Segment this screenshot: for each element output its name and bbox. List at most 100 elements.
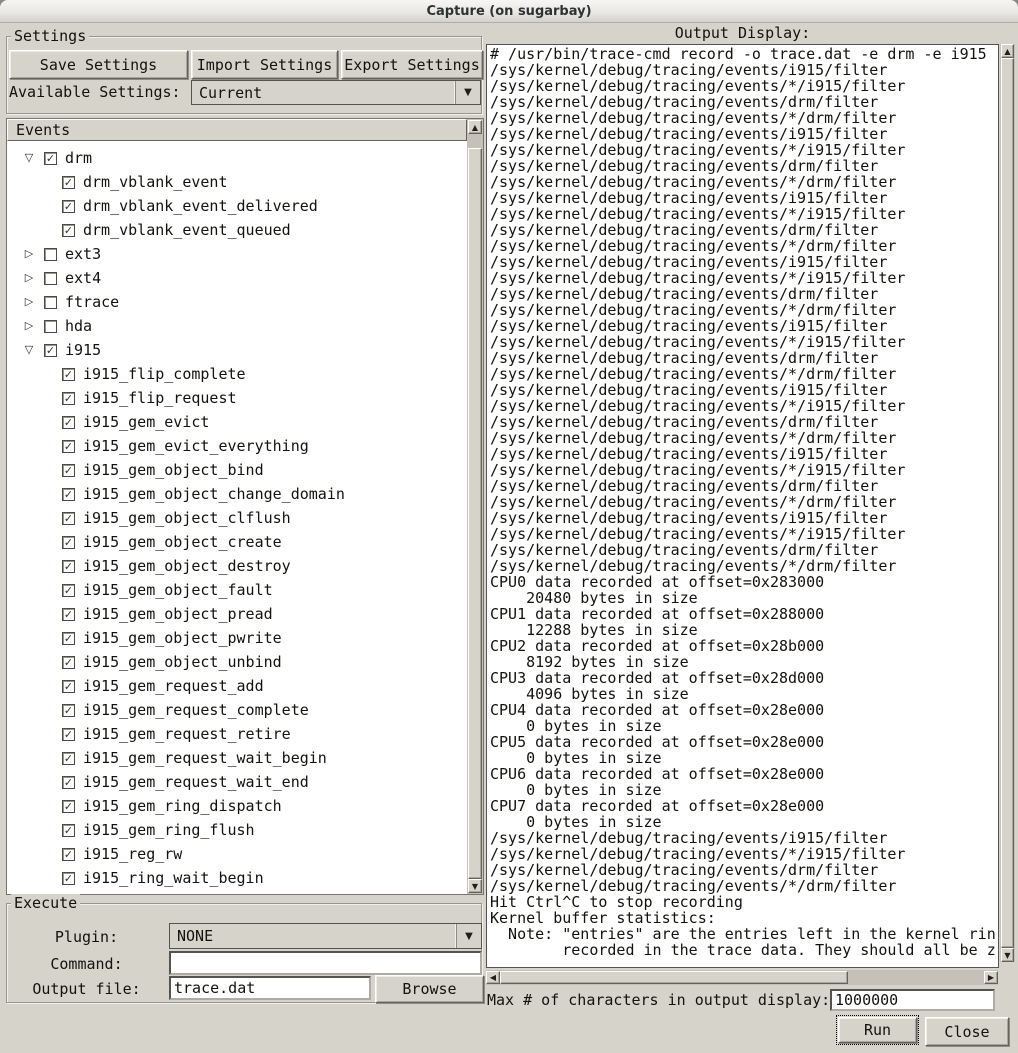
tree-row[interactable]: ▷ext4 bbox=[7, 266, 467, 290]
tree-row[interactable]: ✓i915_gem_object_clflush bbox=[7, 506, 467, 530]
events-tree[interactable]: ▽✓drm✓drm_vblank_event✓drm_vblank_event_… bbox=[7, 141, 467, 894]
output-vertical-scrollbar[interactable]: ▲ ▼ bbox=[1000, 44, 1015, 962]
checkbox-checked[interactable]: ✓ bbox=[62, 392, 75, 405]
max-chars-input[interactable] bbox=[830, 989, 995, 1011]
max-chars-label: Max # of characters in output display: bbox=[487, 991, 830, 1009]
scroll-up-icon[interactable]: ▲ bbox=[468, 120, 482, 134]
tree-row[interactable]: ✓i915_flip_request bbox=[7, 386, 467, 410]
tree-row[interactable]: ▷ext3 bbox=[7, 242, 467, 266]
checkbox-checked[interactable]: ✓ bbox=[62, 800, 75, 813]
tree-row[interactable]: ✓i915_gem_object_pwrite bbox=[7, 626, 467, 650]
scroll-up-icon[interactable]: ▲ bbox=[1001, 44, 1014, 58]
checkbox-checked[interactable]: ✓ bbox=[62, 872, 75, 885]
checkbox-checked[interactable]: ✓ bbox=[62, 176, 75, 189]
checkbox-checked[interactable]: ✓ bbox=[62, 560, 75, 573]
events-column-header[interactable]: Events bbox=[7, 119, 467, 141]
scroll-down-icon[interactable]: ▼ bbox=[468, 879, 482, 893]
tree-row[interactable]: ✓i915_gem_object_fault bbox=[7, 578, 467, 602]
scroll-left-icon[interactable]: ◀ bbox=[486, 971, 500, 984]
chevron-down-icon[interactable]: ▼ bbox=[455, 81, 480, 104]
tree-row[interactable]: ✓i915_gem_object_destroy bbox=[7, 554, 467, 578]
checkbox-checked[interactable]: ✓ bbox=[62, 584, 75, 597]
checkbox-checked[interactable]: ✓ bbox=[62, 464, 75, 477]
expander-closed-icon[interactable]: ▷ bbox=[21, 319, 37, 333]
checkbox-checked[interactable]: ✓ bbox=[62, 728, 75, 741]
tree-row[interactable]: ✓i915_gem_request_complete bbox=[7, 698, 467, 722]
run-button[interactable]: Run bbox=[838, 1017, 917, 1043]
checkbox-checked[interactable]: ✓ bbox=[62, 368, 75, 381]
save-settings-button[interactable]: Save Settings bbox=[9, 50, 188, 79]
checkbox-checked[interactable]: ✓ bbox=[62, 608, 75, 621]
tree-item-label: i915_gem_object_change_domain bbox=[83, 485, 345, 503]
chevron-down-icon[interactable]: ▼ bbox=[456, 924, 481, 948]
events-vertical-scrollbar[interactable]: ▲ ▼ bbox=[467, 119, 483, 894]
checkbox-unchecked[interactable] bbox=[44, 272, 57, 285]
checkbox-checked[interactable]: ✓ bbox=[62, 776, 75, 789]
tree-row[interactable]: ▽✓drm bbox=[7, 146, 467, 170]
tree-row[interactable]: ✓drm_vblank_event_delivered bbox=[7, 194, 467, 218]
tree-row[interactable]: ✓i915_ring_wait_begin bbox=[7, 866, 467, 890]
expander-closed-icon[interactable]: ▷ bbox=[21, 271, 37, 285]
checkbox-unchecked[interactable] bbox=[44, 248, 57, 261]
import-settings-button[interactable]: Import Settings bbox=[191, 50, 338, 79]
expander-open-icon[interactable]: ▽ bbox=[21, 343, 37, 357]
tree-row[interactable]: ✓i915_gem_object_bind bbox=[7, 458, 467, 482]
checkbox-checked[interactable]: ✓ bbox=[62, 416, 75, 429]
checkbox-checked[interactable]: ✓ bbox=[62, 200, 75, 213]
tree-row[interactable]: ✓i915_gem_object_create bbox=[7, 530, 467, 554]
checkbox-checked[interactable]: ✓ bbox=[44, 152, 57, 165]
events-header-label: Events bbox=[16, 121, 70, 139]
tree-row[interactable]: ✓i915_gem_ring_flush bbox=[7, 818, 467, 842]
command-input[interactable] bbox=[169, 951, 482, 975]
tree-row[interactable]: ✓i915_reg_rw bbox=[7, 842, 467, 866]
checkbox-checked[interactable]: ✓ bbox=[62, 224, 75, 237]
close-button[interactable]: Close bbox=[925, 1017, 1009, 1046]
tree-row[interactable]: ✓i915_gem_evict_everything bbox=[7, 434, 467, 458]
titlebar[interactable]: Capture (on sugarbay) bbox=[0, 0, 1018, 23]
checkbox-checked[interactable]: ✓ bbox=[62, 488, 75, 501]
scroll-right-icon[interactable]: ▶ bbox=[984, 971, 998, 984]
expander-closed-icon[interactable]: ▷ bbox=[21, 247, 37, 261]
tree-row[interactable]: ✓i915_gem_request_add bbox=[7, 674, 467, 698]
checkbox-checked[interactable]: ✓ bbox=[62, 512, 75, 525]
tree-row[interactable]: ▷hda bbox=[7, 314, 467, 338]
tree-row[interactable]: ✓i915_gem_request_retire bbox=[7, 722, 467, 746]
tree-row[interactable]: ▽✓i915 bbox=[7, 338, 467, 362]
checkbox-checked[interactable]: ✓ bbox=[62, 824, 75, 837]
checkbox-checked[interactable]: ✓ bbox=[44, 344, 57, 357]
tree-row[interactable]: ✓ i915_gem_object_change_domain bbox=[7, 482, 467, 506]
tree-row[interactable]: ✓i915_gem_evict bbox=[7, 410, 467, 434]
export-settings-button[interactable]: Export Settings bbox=[341, 50, 483, 79]
tree-row[interactable]: ✓drm_vblank_event bbox=[7, 170, 467, 194]
tree-row[interactable]: ✓i915_gem_object_unbind bbox=[7, 650, 467, 674]
checkbox-checked[interactable]: ✓ bbox=[62, 440, 75, 453]
checkbox-checked[interactable]: ✓ bbox=[62, 680, 75, 693]
output-file-input[interactable] bbox=[169, 976, 371, 1000]
checkbox-unchecked[interactable] bbox=[44, 296, 57, 309]
expander-open-icon[interactable]: ▽ bbox=[21, 151, 37, 165]
available-settings-combo[interactable]: Current ▼ bbox=[191, 80, 481, 105]
tree-row[interactable]: ✓i915_gem_request_wait_begin bbox=[7, 746, 467, 770]
output-display[interactable]: # /usr/bin/trace-cmd record -o trace.dat… bbox=[486, 44, 999, 968]
checkbox-checked[interactable]: ✓ bbox=[62, 848, 75, 861]
output-hscrollbar-thumb[interactable] bbox=[500, 971, 848, 984]
checkbox-checked[interactable]: ✓ bbox=[62, 632, 75, 645]
tree-row[interactable]: ▷ftrace bbox=[7, 290, 467, 314]
checkbox-checked[interactable]: ✓ bbox=[62, 704, 75, 717]
tree-row[interactable]: ✓i915_gem_ring_dispatch bbox=[7, 794, 467, 818]
tree-row[interactable]: ✓i915_gem_request_wait_end bbox=[7, 770, 467, 794]
plugin-combo[interactable]: NONE ▼ bbox=[169, 923, 482, 949]
expander-closed-icon[interactable]: ▷ bbox=[21, 295, 37, 309]
checkbox-checked[interactable]: ✓ bbox=[62, 752, 75, 765]
tree-row[interactable]: ✓drm_vblank_event_queued bbox=[7, 218, 467, 242]
scroll-down-icon[interactable]: ▼ bbox=[1001, 948, 1014, 962]
output-vscrollbar-thumb[interactable] bbox=[1001, 58, 1014, 948]
checkbox-checked[interactable]: ✓ bbox=[62, 656, 75, 669]
checkbox-unchecked[interactable] bbox=[44, 320, 57, 333]
tree-row[interactable]: ✓i915_gem_object_pread bbox=[7, 602, 467, 626]
tree-row[interactable]: ✓i915_flip_complete bbox=[7, 362, 467, 386]
output-horizontal-scrollbar[interactable]: ◀ ▶ bbox=[486, 970, 998, 985]
events-scrollbar-thumb[interactable] bbox=[468, 148, 482, 879]
browse-button[interactable]: Browse bbox=[375, 975, 484, 1003]
checkbox-checked[interactable]: ✓ bbox=[62, 536, 75, 549]
